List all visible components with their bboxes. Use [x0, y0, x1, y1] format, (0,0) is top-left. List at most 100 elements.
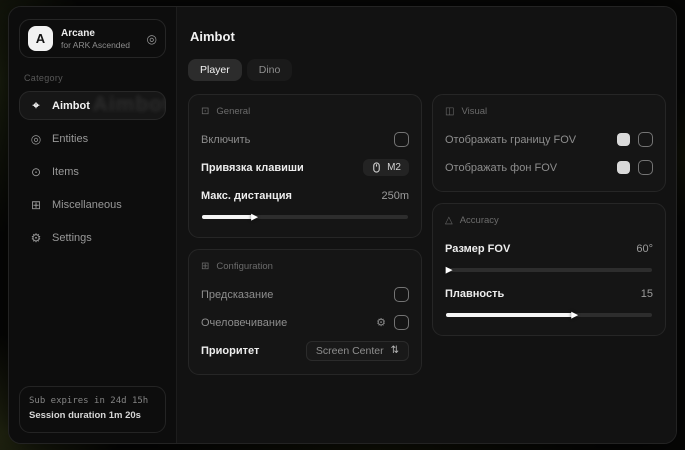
main-panel: Aimbot Player Dino ⊡ General Включить — [177, 7, 676, 443]
prediction-checkbox[interactable] — [394, 287, 409, 302]
max-distance-row: Макс. дистанция 250m — [201, 185, 409, 206]
session-duration-text: Session duration 1m 20s — [29, 410, 156, 421]
smoothness-slider[interactable]: ▶ — [446, 313, 652, 317]
sidebar: A Arcane for ARK Ascended ◎ Category ⌖ A… — [9, 7, 177, 443]
gear-icon: ⚙ — [29, 231, 43, 245]
fov-border-controls — [617, 132, 653, 147]
right-column: ◫ Visual Отображать границу FOV Отобража… — [432, 94, 666, 336]
mouse-icon — [371, 162, 382, 173]
priority-value: Screen Center — [316, 345, 384, 357]
configuration-icon: ⊞ — [201, 261, 209, 272]
visual-icon: ◫ — [445, 106, 454, 117]
sidebar-item-items[interactable]: ⊙ Items — [19, 158, 166, 186]
sub-expires-text: Sub expires in 24d 15h — [29, 396, 156, 406]
priority-label: Приоритет — [201, 345, 259, 357]
enable-checkbox[interactable] — [394, 132, 409, 147]
configuration-card: ⊞ Configuration Предсказание Очеловечива… — [188, 249, 422, 375]
subscription-info-box: Sub expires in 24d 15h Session duration … — [19, 386, 166, 433]
max-distance-label: Макс. дистанция — [201, 190, 292, 202]
fov-border-row: Отображать границу FOV — [445, 129, 653, 150]
humanize-controls: ⚙ — [376, 315, 409, 330]
humanize-settings-icon[interactable]: ⚙ — [376, 316, 386, 329]
grid-icon: ⊞ — [29, 198, 43, 212]
card-title: General — [216, 106, 250, 117]
tab-player[interactable]: Player — [188, 59, 242, 81]
prediction-label: Предсказание — [201, 289, 273, 301]
card-title: Configuration — [216, 261, 273, 272]
fov-border-color-swatch[interactable] — [617, 133, 630, 146]
slider-fill — [446, 313, 574, 317]
priority-row: Приоритет Screen Center ⇅ — [201, 340, 409, 361]
fov-size-slider[interactable]: ▶ — [446, 268, 652, 272]
target-icon[interactable]: ◎ — [147, 32, 157, 46]
fov-background-label: Отображать фон FOV — [445, 162, 557, 174]
fov-size-row: Размер FOV 60° — [445, 238, 653, 259]
keybind-value: M2 — [387, 162, 401, 173]
keybind-label: Привязка клавиши — [201, 162, 304, 174]
sidebar-item-label: Aimbot — [52, 100, 90, 112]
sidebar-item-settings[interactable]: ⚙ Settings — [19, 224, 166, 252]
app-window: A Arcane for ARK Ascended ◎ Category ⌖ A… — [8, 6, 677, 444]
crosshair-icon: ⌖ — [29, 98, 43, 113]
sidebar-item-label: Miscellaneous — [52, 199, 122, 211]
fov-background-checkbox[interactable] — [638, 160, 653, 175]
priority-dropdown[interactable]: Screen Center ⇅ — [306, 341, 409, 361]
enable-label: Включить — [201, 134, 250, 146]
brand-text: Arcane for ARK Ascended — [61, 28, 130, 50]
visual-card: ◫ Visual Отображать границу FOV Отобража… — [432, 94, 666, 192]
keybind-row: Привязка клавиши M2 — [201, 157, 409, 178]
tab-dino[interactable]: Dino — [247, 59, 293, 81]
page-title: Aimbot — [190, 29, 666, 44]
smoothness-value: 15 — [641, 288, 653, 300]
enable-row: Включить — [201, 129, 409, 150]
max-distance-value: 250m — [381, 190, 409, 202]
fov-border-checkbox[interactable] — [638, 132, 653, 147]
card-columns: ⊡ General Включить Привязка клавиши M2 — [188, 94, 666, 375]
accuracy-icon: △ — [445, 215, 453, 226]
slider-thumb[interactable]: ▶ — [446, 265, 453, 274]
general-icon: ⊡ — [201, 106, 209, 117]
accuracy-card: △ Accuracy Размер FOV 60° ▶ Плавность — [432, 203, 666, 336]
brand-card: A Arcane for ARK Ascended ◎ — [19, 19, 166, 58]
general-card-header: ⊡ General — [201, 106, 409, 117]
sidebar-item-miscellaneous[interactable]: ⊞ Miscellaneous — [19, 191, 166, 219]
ghost-label: Aimbot — [93, 93, 166, 117]
card-title: Accuracy — [460, 215, 499, 226]
left-column: ⊡ General Включить Привязка клавиши M2 — [188, 94, 422, 375]
sidebar-item-label: Entities — [52, 133, 88, 145]
smoothness-label: Плавность — [445, 288, 504, 300]
fov-background-row: Отображать фон FOV — [445, 157, 653, 178]
card-title: Visual — [461, 106, 487, 117]
brand-logo: A — [28, 26, 53, 51]
fov-background-color-swatch[interactable] — [617, 161, 630, 174]
visual-card-header: ◫ Visual — [445, 106, 653, 117]
sidebar-item-aimbot[interactable]: ⌖ Aimbot Aimbot — [19, 91, 166, 120]
fov-background-controls — [617, 160, 653, 175]
prediction-row: Предсказание — [201, 284, 409, 305]
humanize-checkbox[interactable] — [394, 315, 409, 330]
general-card: ⊡ General Включить Привязка клавиши M2 — [188, 94, 422, 238]
sidebar-item-label: Settings — [52, 232, 92, 244]
smoothness-row: Плавность 15 — [445, 283, 653, 304]
select-arrows-icon: ⇅ — [391, 345, 399, 356]
keybind-button[interactable]: M2 — [363, 159, 409, 176]
sidebar-item-label: Items — [52, 166, 79, 178]
brand-name: Arcane — [61, 28, 130, 39]
slider-fill — [202, 215, 254, 219]
category-label: Category — [24, 73, 161, 83]
slider-thumb[interactable]: ▶ — [251, 212, 258, 221]
max-distance-slider[interactable]: ▶ — [202, 215, 408, 219]
items-icon: ⊙ — [29, 165, 43, 179]
brand-subtitle: for ARK Ascended — [61, 40, 130, 50]
fov-border-label: Отображать границу FOV — [445, 134, 576, 146]
configuration-card-header: ⊞ Configuration — [201, 261, 409, 272]
fov-size-label: Размер FOV — [445, 243, 510, 255]
entities-icon: ◎ — [29, 132, 43, 146]
accuracy-card-header: △ Accuracy — [445, 215, 653, 226]
tab-bar: Player Dino — [188, 59, 666, 81]
slider-thumb[interactable]: ▶ — [571, 310, 578, 319]
humanize-label: Очеловечивание — [201, 317, 287, 329]
sidebar-menu: ⌖ Aimbot Aimbot ◎ Entities ⊙ Items ⊞ Mis… — [19, 91, 166, 252]
sidebar-item-entities[interactable]: ◎ Entities — [19, 125, 166, 153]
fov-size-value: 60° — [636, 243, 653, 255]
